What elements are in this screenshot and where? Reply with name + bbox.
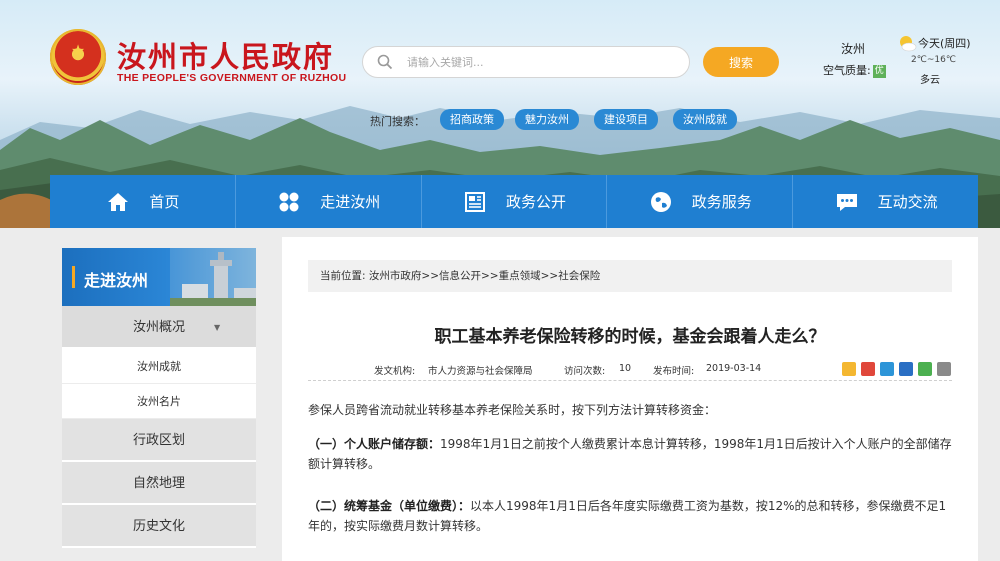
sidebar-item-history-culture[interactable]: 历史文化 [62,505,256,548]
views-label: 访问次数: [564,366,606,377]
chat-icon [836,193,857,211]
sidebar-item-label: 汝州概况 [132,320,185,335]
article-title: 职工基本养老保险转移的时候，基金会跟着人走么？ [434,327,826,347]
newspaper-icon [464,191,485,212]
article-panel: 当前位置: 汝州市政府>>信息公开>>重点领域>>社会保险 职工基本养老保险转移… [282,237,978,561]
search-icon [377,54,393,70]
sidebar-item-administrative-division[interactable]: 行政区划 [62,419,256,462]
nav-label: 政务服务 [691,193,752,211]
sidebar-subitem-ruzhou-card[interactable]: 汝州名片 [62,384,256,419]
breadcrumb-link[interactable]: 信息公开 [439,270,481,282]
nav-item-government-affairs[interactable]: 政务公开 [422,175,608,228]
globe-icon [650,191,671,212]
print-icon[interactable] [937,362,951,376]
wechat-icon[interactable] [918,362,932,376]
views-value: 10 [619,363,632,374]
breadcrumb-link[interactable]: 汝州市政府 [369,270,422,282]
renren-icon[interactable] [899,362,913,376]
weather-city: 汝州 [841,42,866,56]
air-quality-label: 空气质量: [823,64,871,77]
site-title[interactable]: 汝州市人民政府 [117,34,334,76]
nav-item-government-services[interactable]: 政务服务 [607,175,794,228]
paragraph-text: 参保人员跨省流动就业转移基本养老保险关系时，按下列方法计算转移资金： [308,403,717,417]
weather-day: 今天(周四) [918,37,971,50]
national-emblem-icon: ★ [50,29,106,85]
nav-item-about-ruzhou[interactable]: 走进汝州 [236,175,422,228]
sidebar-item-natural-geography[interactable]: 自然地理 [62,462,256,505]
hot-tag-charm-ruzhou[interactable]: 魅力汝州 [515,109,579,130]
article-paragraph: （二）统筹基金（单位缴费）：以本人1998年1月1日后各年度实际缴费工资为基数，… [308,496,954,536]
hot-tag-ruzhou-achievements[interactable]: 汝州成就 [673,109,737,130]
nav-label: 走进汝州 [320,193,381,211]
breadcrumb-separator: >> [421,270,439,282]
article-paragraph: （一）个人账户储存额：1998年1月1日之前按个人缴费累计本息计算转移，1998… [308,434,954,474]
paragraph-heading: （二）统筹基金（单位缴费）： [308,499,471,513]
nav-label: 政务公开 [505,193,566,211]
article-meta: 发文机构: 市人力资源与社会保障局 访问次数: 10 发布时间: 2019-03… [308,359,952,381]
hot-search-label: 热门搜索： [370,115,425,128]
search-input[interactable] [407,51,677,73]
nav-label: 首页 [149,193,180,211]
tower-illustration [170,248,256,306]
breadcrumb-link[interactable]: 重点领域 [499,270,541,282]
source-value: 市人力资源与社会保障局 [428,366,533,377]
home-icon [108,192,129,211]
site-subtitle: THE PEOPLE'S GOVERNMENT OF RUZHOU [117,72,347,84]
weather-temperature: 2℃~16℃ [911,55,956,65]
nav-item-home[interactable]: 首页 [50,175,236,228]
air-quality: 空气质量: 优 [823,62,886,78]
weibo-icon[interactable] [861,362,875,376]
nav-item-interaction[interactable]: 互动交流 [793,175,978,228]
breadcrumb-separator: >> [481,270,499,282]
source-label: 发文机构: [374,366,416,377]
paragraph-heading: （一）个人账户储存额： [308,437,441,451]
hot-tag-construction-projects[interactable]: 建设项目 [594,109,658,130]
sidebar: 走进汝州 汝州概况 ▼ 汝州成就 汝州名片 行政区划 自然地理 历史文化 [62,248,256,548]
hot-tag-investment-policy[interactable]: 招商政策 [440,109,504,130]
nav-label: 互动交流 [877,193,938,211]
tencent-weibo-icon[interactable] [880,362,894,376]
breadcrumb-link[interactable]: 社会保险 [558,270,600,282]
breadcrumb-separator: >> [540,270,559,282]
sidebar-accent-bar [72,266,75,288]
breadcrumb-prefix: 当前位置: [320,270,366,282]
weather-description: 多云 [920,75,940,86]
main-nav: 首页 走进汝州 政务公开 政务服务 互动交流 [50,175,978,228]
search-box [362,46,690,78]
qzone-icon[interactable] [842,362,856,376]
grid-icon [279,192,299,211]
sidebar-title: 走进汝州 [84,271,149,290]
date-label: 发布时间: [653,366,695,377]
breadcrumb: 当前位置: 汝州市政府>>信息公开>>重点领域>>社会保险 [308,260,952,292]
sidebar-header: 走进汝州 [62,248,256,306]
sidebar-item-ruzhou-overview[interactable]: 汝州概况 ▼ [62,306,256,349]
date-value: 2019-03-14 [706,363,762,374]
search-button[interactable]: 搜索 [703,47,779,77]
sidebar-subitem-ruzhou-achievements[interactable]: 汝州成就 [62,349,256,384]
chevron-down-icon: ▼ [214,323,221,332]
air-quality-badge: 优 [872,64,886,78]
partly-cloudy-icon [900,36,917,52]
article-paragraph: 参保人员跨省流动就业转移基本养老保险关系时，按下列方法计算转移资金： [308,400,954,420]
